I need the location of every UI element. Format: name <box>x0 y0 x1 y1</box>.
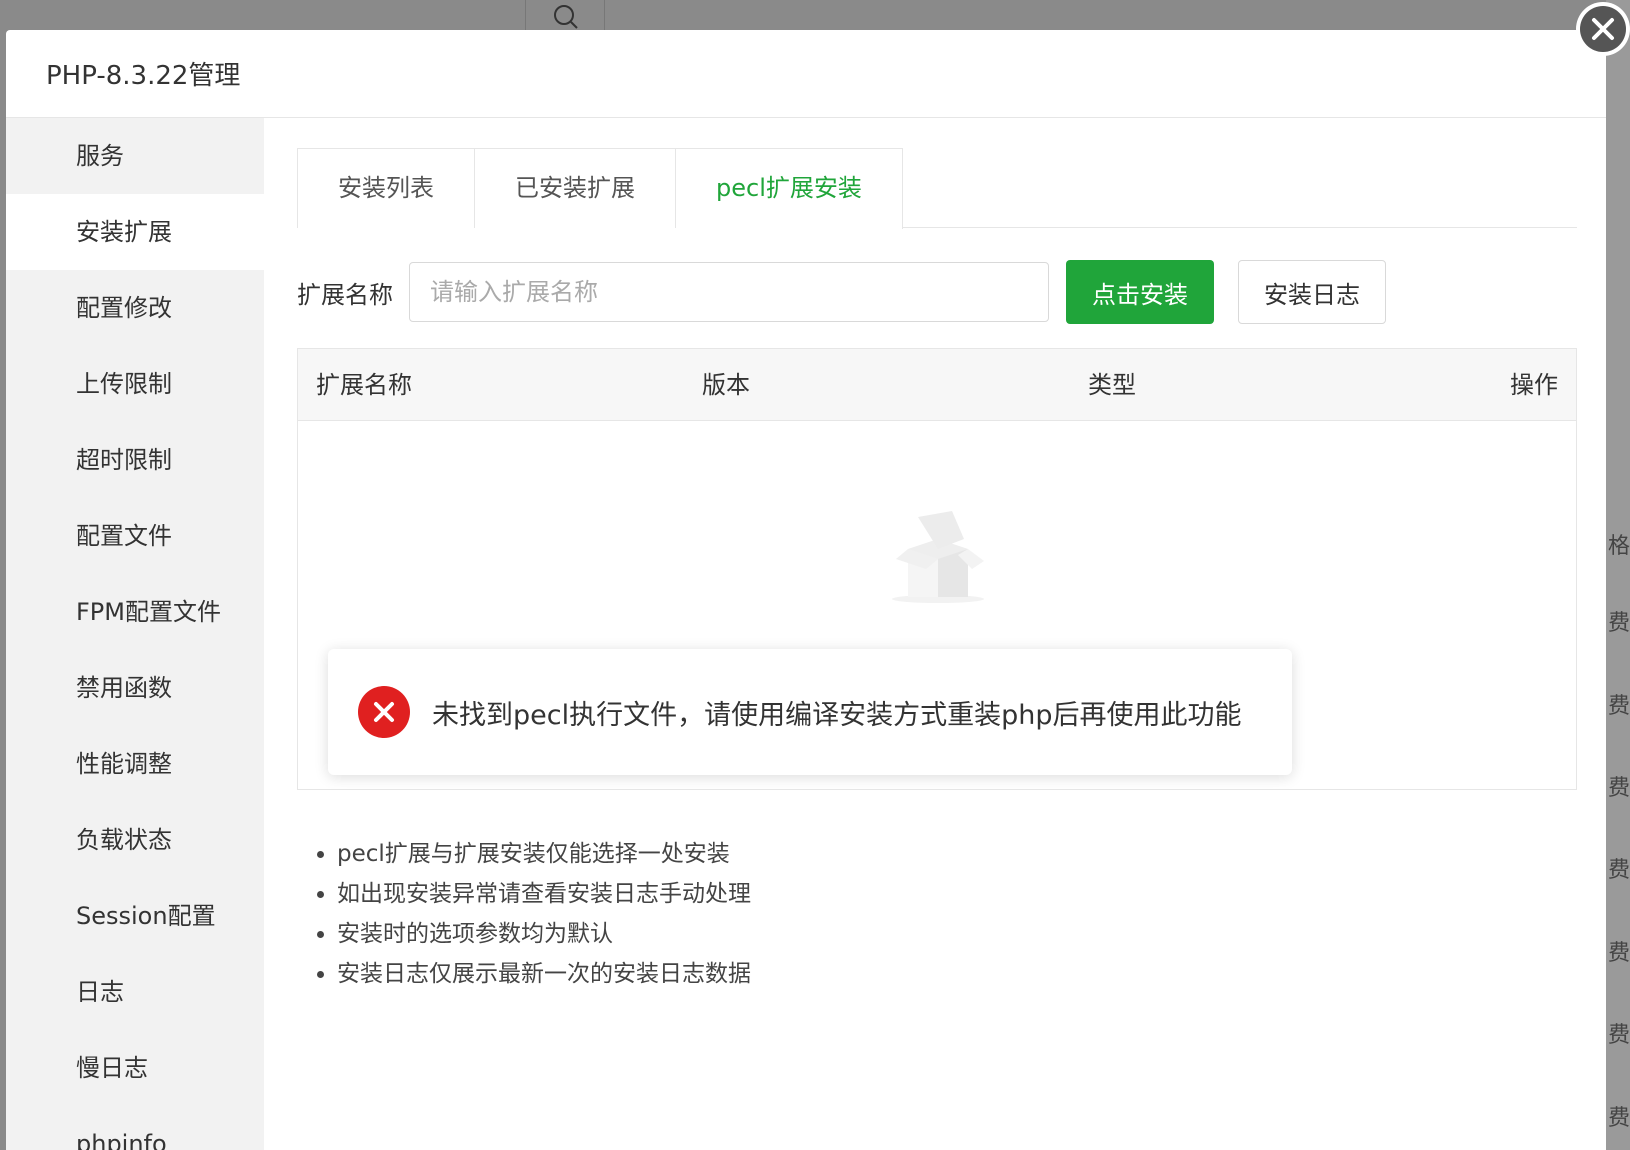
note-item: 安装时的选项参数均为默认 <box>337 914 1577 954</box>
note-item: 如出现安装异常请查看安装日志手动处理 <box>337 874 1577 914</box>
table-header: 扩展名称 版本 类型 操作 <box>298 349 1576 421</box>
column-header-name: 扩展名称 <box>316 371 412 399</box>
tab-pecl-install[interactable]: pecl扩展安装 <box>676 148 903 229</box>
extension-table: 扩展名称 版本 类型 操作 未找到pecl执行文件，请使用编译安装方式重装php… <box>297 348 1577 790</box>
error-toast: 未找到pecl执行文件，请使用编译安装方式重装php后再使用此功能 <box>328 649 1292 775</box>
column-header-version: 版本 <box>702 371 750 399</box>
note-item: pecl扩展与扩展安装仅能选择一处安装 <box>337 834 1577 874</box>
background-search-box <box>525 0 605 30</box>
sidebar-item-upload-limit[interactable]: 上传限制 <box>6 346 264 422</box>
sidebar-item-install-extension[interactable]: 安装扩展 <box>6 194 264 270</box>
column-header-action: 操作 <box>1510 371 1558 399</box>
sidebar-item-config-file[interactable]: 配置文件 <box>6 498 264 574</box>
tab-bar: 安装列表 已安装扩展 pecl扩展安装 <box>297 148 1577 229</box>
php-manage-dialog: PHP-8.3.22管理 服务 安装扩展 配置修改 上传限制 超时限制 配置文件… <box>6 30 1606 1150</box>
sidebar-item-fpm-config[interactable]: FPM配置文件 <box>6 574 264 650</box>
background-right-strip <box>1606 0 1630 1150</box>
sidebar-item-disabled-functions[interactable]: 禁用函数 <box>6 650 264 726</box>
dialog-title: PHP-8.3.22管理 <box>46 61 241 91</box>
search-icon <box>554 5 578 29</box>
extension-name-label: 扩展名称 <box>297 280 393 309</box>
main-content: 安装列表 已安装扩展 pecl扩展安装 扩展名称 点击安装 安装日志 扩展名称 … <box>297 148 1577 994</box>
background-text: 费 <box>1608 694 1630 719</box>
sidebar-item-service[interactable]: 服务 <box>6 118 264 194</box>
sidebar-item-slow-log[interactable]: 慢日志 <box>6 1030 264 1106</box>
sidebar-item-config-modify[interactable]: 配置修改 <box>6 270 264 346</box>
sidebar-item-session-config[interactable]: Session配置 <box>6 878 264 954</box>
sidebar-item-performance[interactable]: 性能调整 <box>6 726 264 802</box>
tab-install-list[interactable]: 安装列表 <box>297 148 475 228</box>
background-text: 格 <box>1608 534 1630 559</box>
sidebar-item-log[interactable]: 日志 <box>6 954 264 1030</box>
help-notes: pecl扩展与扩展安装仅能选择一处安装 如出现安装异常请查看安装日志手动处理 安… <box>297 834 1577 994</box>
install-button[interactable]: 点击安装 <box>1066 260 1214 324</box>
install-form: 扩展名称 点击安装 安装日志 <box>297 260 1577 324</box>
note-item: 安装日志仅展示最新一次的安装日志数据 <box>337 954 1577 994</box>
close-button[interactable] <box>1576 2 1630 62</box>
install-log-button[interactable]: 安装日志 <box>1238 260 1386 324</box>
error-message: 未找到pecl执行文件，请使用编译安装方式重装php后再使用此功能 <box>432 699 1242 731</box>
dialog-header: PHP-8.3.22管理 <box>6 30 1606 118</box>
sidebar-item-load-status[interactable]: 负载状态 <box>6 802 264 878</box>
background-text: 费 <box>1608 858 1630 883</box>
background-text: 费 <box>1608 941 1630 966</box>
extension-name-input[interactable] <box>409 262 1049 322</box>
tab-installed-extensions[interactable]: 已安装扩展 <box>475 148 676 228</box>
background-text: 费 <box>1608 1106 1630 1131</box>
column-header-type: 类型 <box>1088 371 1136 399</box>
background-text: 费 <box>1608 1023 1630 1048</box>
background-text: 费 <box>1608 776 1630 801</box>
error-icon <box>358 686 410 738</box>
sidebar: 服务 安装扩展 配置修改 上传限制 超时限制 配置文件 FPM配置文件 禁用函数… <box>6 118 264 1150</box>
sidebar-item-phpinfo[interactable]: phpinfo <box>6 1106 264 1150</box>
close-icon <box>1592 18 1614 40</box>
background-text: 费 <box>1608 611 1630 636</box>
sidebar-item-timeout-limit[interactable]: 超时限制 <box>6 422 264 498</box>
empty-box-icon <box>888 509 988 609</box>
